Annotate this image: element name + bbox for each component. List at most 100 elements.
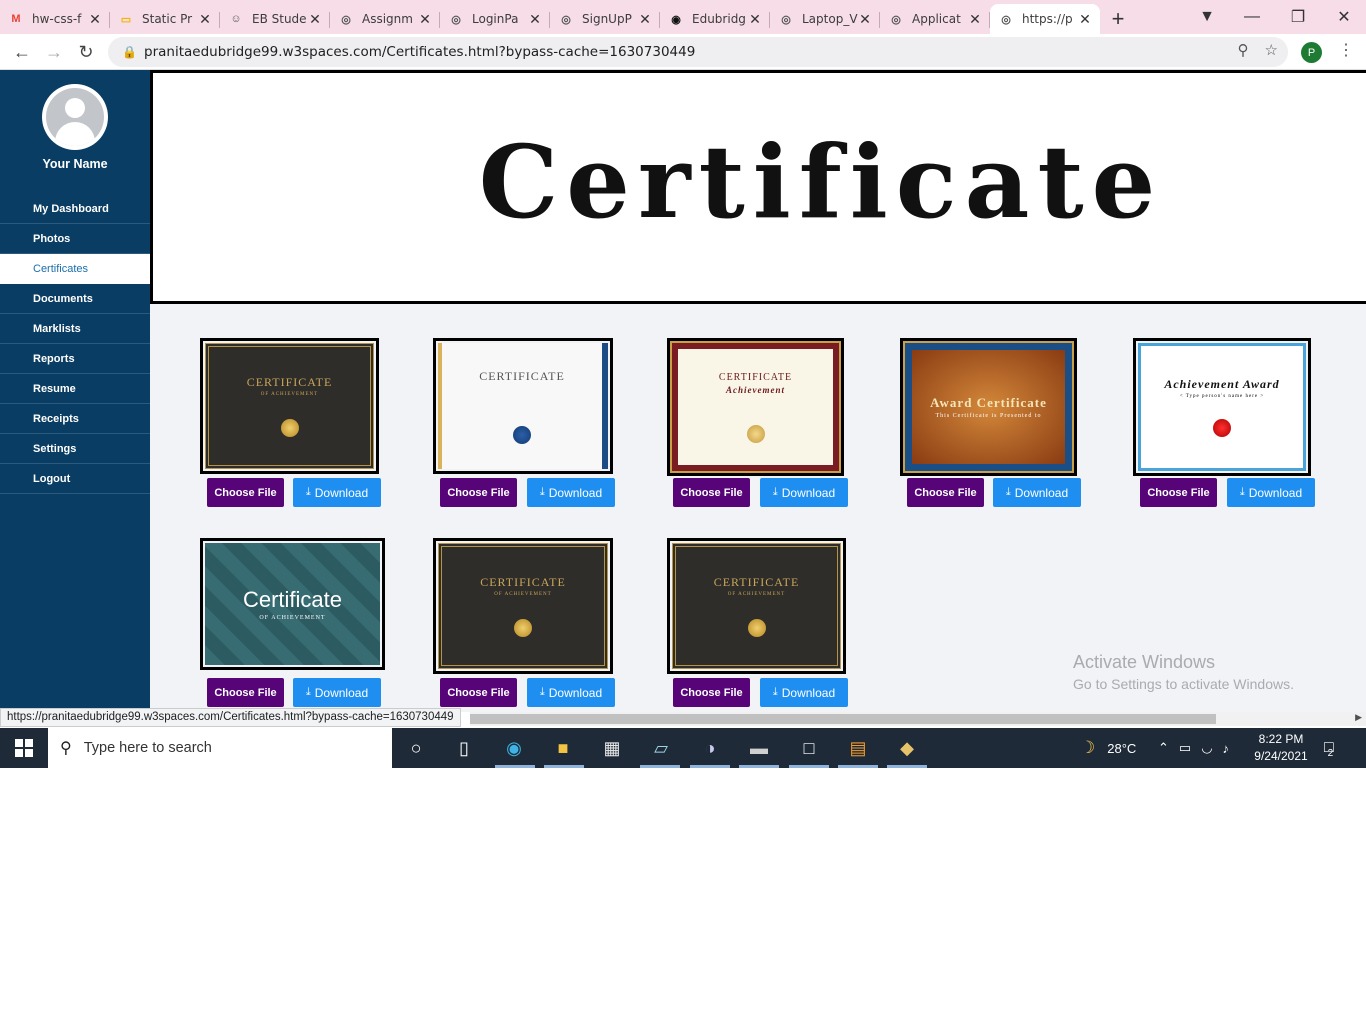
close-tab-icon[interactable]: ✕ (418, 11, 432, 28)
download-button[interactable]: ⤓ Download (760, 678, 848, 707)
forward-icon[interactable]: → (42, 40, 66, 64)
browser-tab[interactable]: ◎ https://p ✕ (990, 4, 1100, 34)
download-label: Download (1248, 485, 1303, 500)
choose-file-button[interactable]: Choose File (1140, 478, 1217, 507)
close-window-icon[interactable]: ✕ (1324, 0, 1364, 34)
choose-file-button[interactable]: Choose File (440, 678, 517, 707)
new-tab-icon[interactable]: + (1100, 4, 1136, 34)
cortana-icon[interactable]: ○ (401, 734, 431, 762)
download-button[interactable]: ⤓ Download (293, 478, 381, 507)
sublime-icon[interactable]: ▤ (843, 734, 873, 762)
choose-file-button[interactable]: Choose File (673, 678, 750, 707)
back-icon[interactable]: ← (10, 40, 34, 64)
clock[interactable]: 8:22 PM 9/24/2021 (1250, 731, 1312, 765)
sidebar-item-photos[interactable]: Photos (0, 224, 150, 254)
eclipse-icon[interactable]: ◑ (695, 734, 725, 762)
volume-icon[interactable]: ♪ (1223, 741, 1230, 756)
choose-file-button[interactable]: Choose File (207, 478, 284, 507)
sidebar-item-resume[interactable]: Resume (0, 374, 150, 404)
task-view-icon[interactable]: ▯ (449, 734, 479, 762)
browser-tab[interactable]: ☺ EB Stude ✕ (220, 4, 330, 34)
certificate-image: CERTIFICATE OF ACHIEVEMENT (438, 543, 608, 669)
close-tab-icon[interactable]: ✕ (88, 11, 102, 28)
download-button[interactable]: ⤓ Download (527, 678, 615, 707)
browser-tab[interactable]: ◎ Applicat ✕ (880, 4, 990, 34)
choose-file-button[interactable]: Choose File (207, 678, 284, 707)
download-button[interactable]: ⤓ Download (293, 678, 381, 707)
chrome-profile-icon[interactable]: □ (794, 734, 824, 762)
close-tab-icon[interactable]: ✕ (748, 11, 762, 28)
tab-search-icon[interactable]: ▼ (1190, 0, 1224, 34)
store-icon[interactable]: ▦ (597, 734, 627, 762)
sidebar-item-receipts[interactable]: Receipts (0, 404, 150, 434)
globe-icon: ◎ (1001, 13, 1011, 26)
choose-file-button[interactable]: Choose File (673, 478, 750, 507)
windows-logo-icon (15, 739, 33, 757)
file-explorer-icon[interactable]: ■ (548, 734, 578, 762)
tab-title: LoginPa (472, 12, 519, 26)
close-tab-icon[interactable]: ✕ (858, 11, 872, 28)
download-button[interactable]: ⤓ Download (993, 478, 1081, 507)
github-icon: ◉ (671, 13, 681, 26)
sidebar-item-certificates[interactable]: Certificates (0, 254, 150, 284)
zoom-icon[interactable]: ⚲ (1238, 41, 1249, 59)
tab-title: Edubridg (692, 12, 746, 26)
browser-tab[interactable]: ◉ Edubridg ✕ (660, 4, 770, 34)
browser-tab[interactable]: ◎ SignUpP ✕ (550, 4, 660, 34)
battery-icon[interactable]: ▭ (1179, 740, 1191, 756)
scroll-right-icon[interactable]: ▶ (1355, 712, 1362, 723)
browser-tab[interactable]: ◎ Laptop_V ✕ (770, 4, 880, 34)
reload-icon[interactable]: ↻ (74, 40, 98, 64)
browser-tab[interactable]: ◎ LoginPa ✕ (440, 4, 550, 34)
close-tab-icon[interactable]: ✕ (198, 11, 212, 28)
horizontal-scrollbar[interactable]: ▶ (470, 712, 1366, 726)
menu-dots-icon[interactable]: ⋮ (1338, 40, 1354, 60)
tab-title: SignUpP (582, 12, 632, 26)
download-button[interactable]: ⤓ Download (1227, 478, 1315, 507)
sidebar-item-documents[interactable]: Documents (0, 284, 150, 314)
edge-icon[interactable]: ◉ (499, 734, 529, 762)
choose-file-button[interactable]: Choose File (907, 478, 984, 507)
page-content: Your Name My Dashboard Photos Certificates… (0, 70, 1366, 712)
wifi-icon[interactable]: ◡ (1201, 740, 1212, 756)
start-button[interactable] (0, 728, 48, 768)
weather-widget[interactable]: ☽ 28°C (1080, 728, 1136, 768)
browser-tab[interactable]: Mhw-css-f ✕ (0, 4, 110, 34)
scrollbar-thumb[interactable] (470, 714, 1216, 724)
notifications-button[interactable]: □ 2 (1324, 728, 1334, 768)
notepad-icon[interactable]: ▱ (646, 734, 676, 762)
download-button[interactable]: ⤓ Download (527, 478, 615, 507)
terminal-icon[interactable]: ▬ (744, 734, 774, 762)
taskbar-search[interactable]: ⚲ Type here to search (48, 728, 392, 768)
tab-title: Laptop_V (802, 12, 858, 26)
close-tab-icon[interactable]: ✕ (638, 11, 652, 28)
bookmark-star-icon[interactable]: ☆ (1265, 41, 1278, 59)
activate-windows-subtitle: Go to Settings to activate Windows. (1073, 676, 1294, 692)
close-tab-icon[interactable]: ✕ (968, 11, 982, 28)
seal-icon (1213, 419, 1231, 437)
address-url[interactable]: pranitaedubridge99.w3spaces.com/Certific… (144, 44, 695, 60)
choose-file-button[interactable]: Choose File (440, 478, 517, 507)
sidebar-item-settings[interactable]: Settings (0, 434, 150, 464)
paint-icon[interactable]: ◆ (892, 734, 922, 762)
seal-icon (747, 619, 766, 637)
certificate-title: CERTIFICATE (480, 575, 566, 589)
sidebar-item-my-dashboard[interactable]: My Dashboard (0, 194, 150, 224)
tab-title: hw-css-f (32, 12, 82, 26)
profile-avatar[interactable]: P (1301, 42, 1322, 63)
address-bar[interactable]: 🔒 pranitaedubridge99.w3spaces.com/Certif… (108, 37, 1288, 67)
sidebar-item-reports[interactable]: Reports (0, 344, 150, 374)
certificate-image: CERTIFICATE OF ACHIEVEMENT (205, 343, 374, 469)
close-tab-icon[interactable]: ✕ (528, 11, 542, 28)
close-tab-icon[interactable]: ✕ (1078, 11, 1092, 28)
restore-icon[interactable]: ❐ (1278, 0, 1318, 34)
chevron-up-icon[interactable]: ⌃ (1158, 740, 1169, 756)
browser-tab[interactable]: ▭ Static Pr ✕ (110, 4, 220, 34)
sidebar-item-logout[interactable]: Logout (0, 464, 150, 494)
download-button[interactable]: ⤓ Download (760, 478, 848, 507)
close-tab-icon[interactable]: ✕ (308, 11, 322, 28)
weather-temp: 28°C (1107, 740, 1137, 756)
minimize-icon[interactable]: — (1232, 0, 1272, 34)
sidebar-item-marklists[interactable]: Marklists (0, 314, 150, 344)
browser-tab[interactable]: ◎ Assignm ✕ (330, 4, 440, 34)
